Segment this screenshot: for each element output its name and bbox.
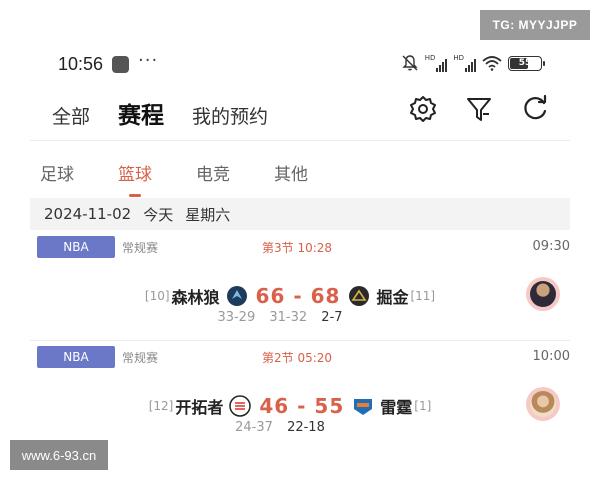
match-type: 常规赛 — [122, 351, 159, 365]
tab-esports[interactable]: 电竞 — [196, 160, 230, 185]
quarter-score-current: 2-7 — [321, 310, 343, 325]
live-score: 66 - 68 — [255, 284, 341, 308]
status-icons: HD HD 55 — [401, 54, 545, 72]
quarter-score: 31-32 — [269, 310, 308, 325]
match-period: 第2节 05:20 — [262, 351, 333, 365]
away-team-name: 雷霆 — [380, 398, 413, 417]
home-rank: [10] — [144, 289, 170, 303]
match-body: [10] 森林狼 66 - 68 掘金 [11] 33-29 31-32 2-7 — [30, 262, 570, 344]
team-row: [12] 开拓者 46 - 55 雷霆 [1] — [30, 394, 570, 418]
status-bar: 10:56 ··· HD HD 55 — [0, 50, 600, 80]
quarter-scores: 24-37 22-18 — [30, 420, 570, 435]
toolbar — [408, 94, 550, 124]
match-start-time: 09:30 — [532, 239, 570, 254]
tab-basketball[interactable]: 篮球 — [118, 160, 152, 197]
gear-icon[interactable] — [408, 94, 438, 124]
team-row: [10] 森林狼 66 - 68 掘金 [11] — [30, 284, 570, 308]
home-rank: [12] — [148, 399, 174, 413]
notification-icon — [112, 56, 129, 73]
site-watermark: www.6-93.cn — [10, 440, 108, 470]
trailblazers-logo-icon — [229, 395, 252, 417]
tab-schedule[interactable]: 赛程 — [118, 96, 164, 130]
quarter-score: 33-29 — [217, 310, 256, 325]
match-body: [12] 开拓者 46 - 55 雷霆 [1] 24-37 22-18 — [30, 372, 570, 454]
match-start-time: 10:00 — [532, 349, 570, 364]
mute-icon — [401, 55, 418, 71]
status-time: 10:56 — [58, 54, 104, 74]
timberwolves-logo-icon — [226, 285, 248, 307]
tab-other[interactable]: 其他 — [274, 160, 308, 185]
league-badge: NBA — [37, 236, 115, 258]
match-header: NBA 常规赛 第2节 05:20 10:00 — [30, 344, 570, 372]
match-card[interactable]: NBA 常规赛 第2节 05:20 10:00 [12] 开拓者 46 - 55… — [30, 344, 570, 454]
quarter-scores: 33-29 31-32 2-7 — [30, 310, 570, 325]
date-relative: 今天 — [143, 205, 174, 224]
match-period: 第3节 10:28 — [262, 241, 333, 255]
filter-icon[interactable] — [464, 94, 494, 124]
home-team-name: 森林狼 — [171, 288, 220, 307]
top-tabs: 全部 赛程 我的预约 — [52, 96, 268, 130]
home-team-name: 开拓者 — [175, 398, 224, 417]
signal-1-icon: HD — [425, 54, 448, 72]
tab-football[interactable]: 足球 — [40, 160, 74, 185]
tg-watermark: TG: MYYJJPP — [480, 10, 590, 40]
date-text: 2024-11-02 — [44, 205, 132, 223]
match-header: NBA 常规赛 第3节 10:28 09:30 — [30, 234, 570, 262]
header-divider — [30, 140, 570, 141]
tab-my-reservations[interactable]: 我的预约 — [192, 102, 268, 129]
battery-icon: 55 — [508, 55, 545, 71]
league-badge: NBA — [37, 346, 115, 368]
wifi-icon — [482, 56, 502, 71]
match-type: 常规赛 — [122, 241, 159, 255]
away-rank: [11] — [410, 289, 436, 303]
match-card[interactable]: NBA 常规赛 第3节 10:28 09:30 [10] 森林狼 66 - 68… — [30, 234, 570, 344]
date-weekday: 星期六 — [185, 205, 231, 224]
sport-tabs: 足球 篮球 电竞 其他 — [40, 160, 308, 197]
thunder-logo-icon — [352, 395, 374, 417]
date-bar: 2024-11-02 今天 星期六 — [30, 198, 570, 230]
quarter-score: 24-37 — [235, 420, 273, 435]
streamer-avatar[interactable] — [526, 277, 560, 311]
nuggets-logo-icon — [348, 285, 370, 307]
match-divider — [30, 340, 570, 341]
signal-2-icon: HD — [453, 54, 476, 72]
more-notifications-icon: ··· — [138, 50, 159, 71]
tab-all[interactable]: 全部 — [52, 102, 90, 129]
away-rank: [1] — [414, 399, 432, 413]
live-score: 46 - 55 — [259, 394, 345, 418]
quarter-score-current: 22-18 — [287, 420, 325, 435]
away-team-name: 掘金 — [376, 288, 409, 307]
refresh-icon[interactable] — [520, 94, 550, 124]
streamer-avatar[interactable] — [526, 387, 560, 421]
